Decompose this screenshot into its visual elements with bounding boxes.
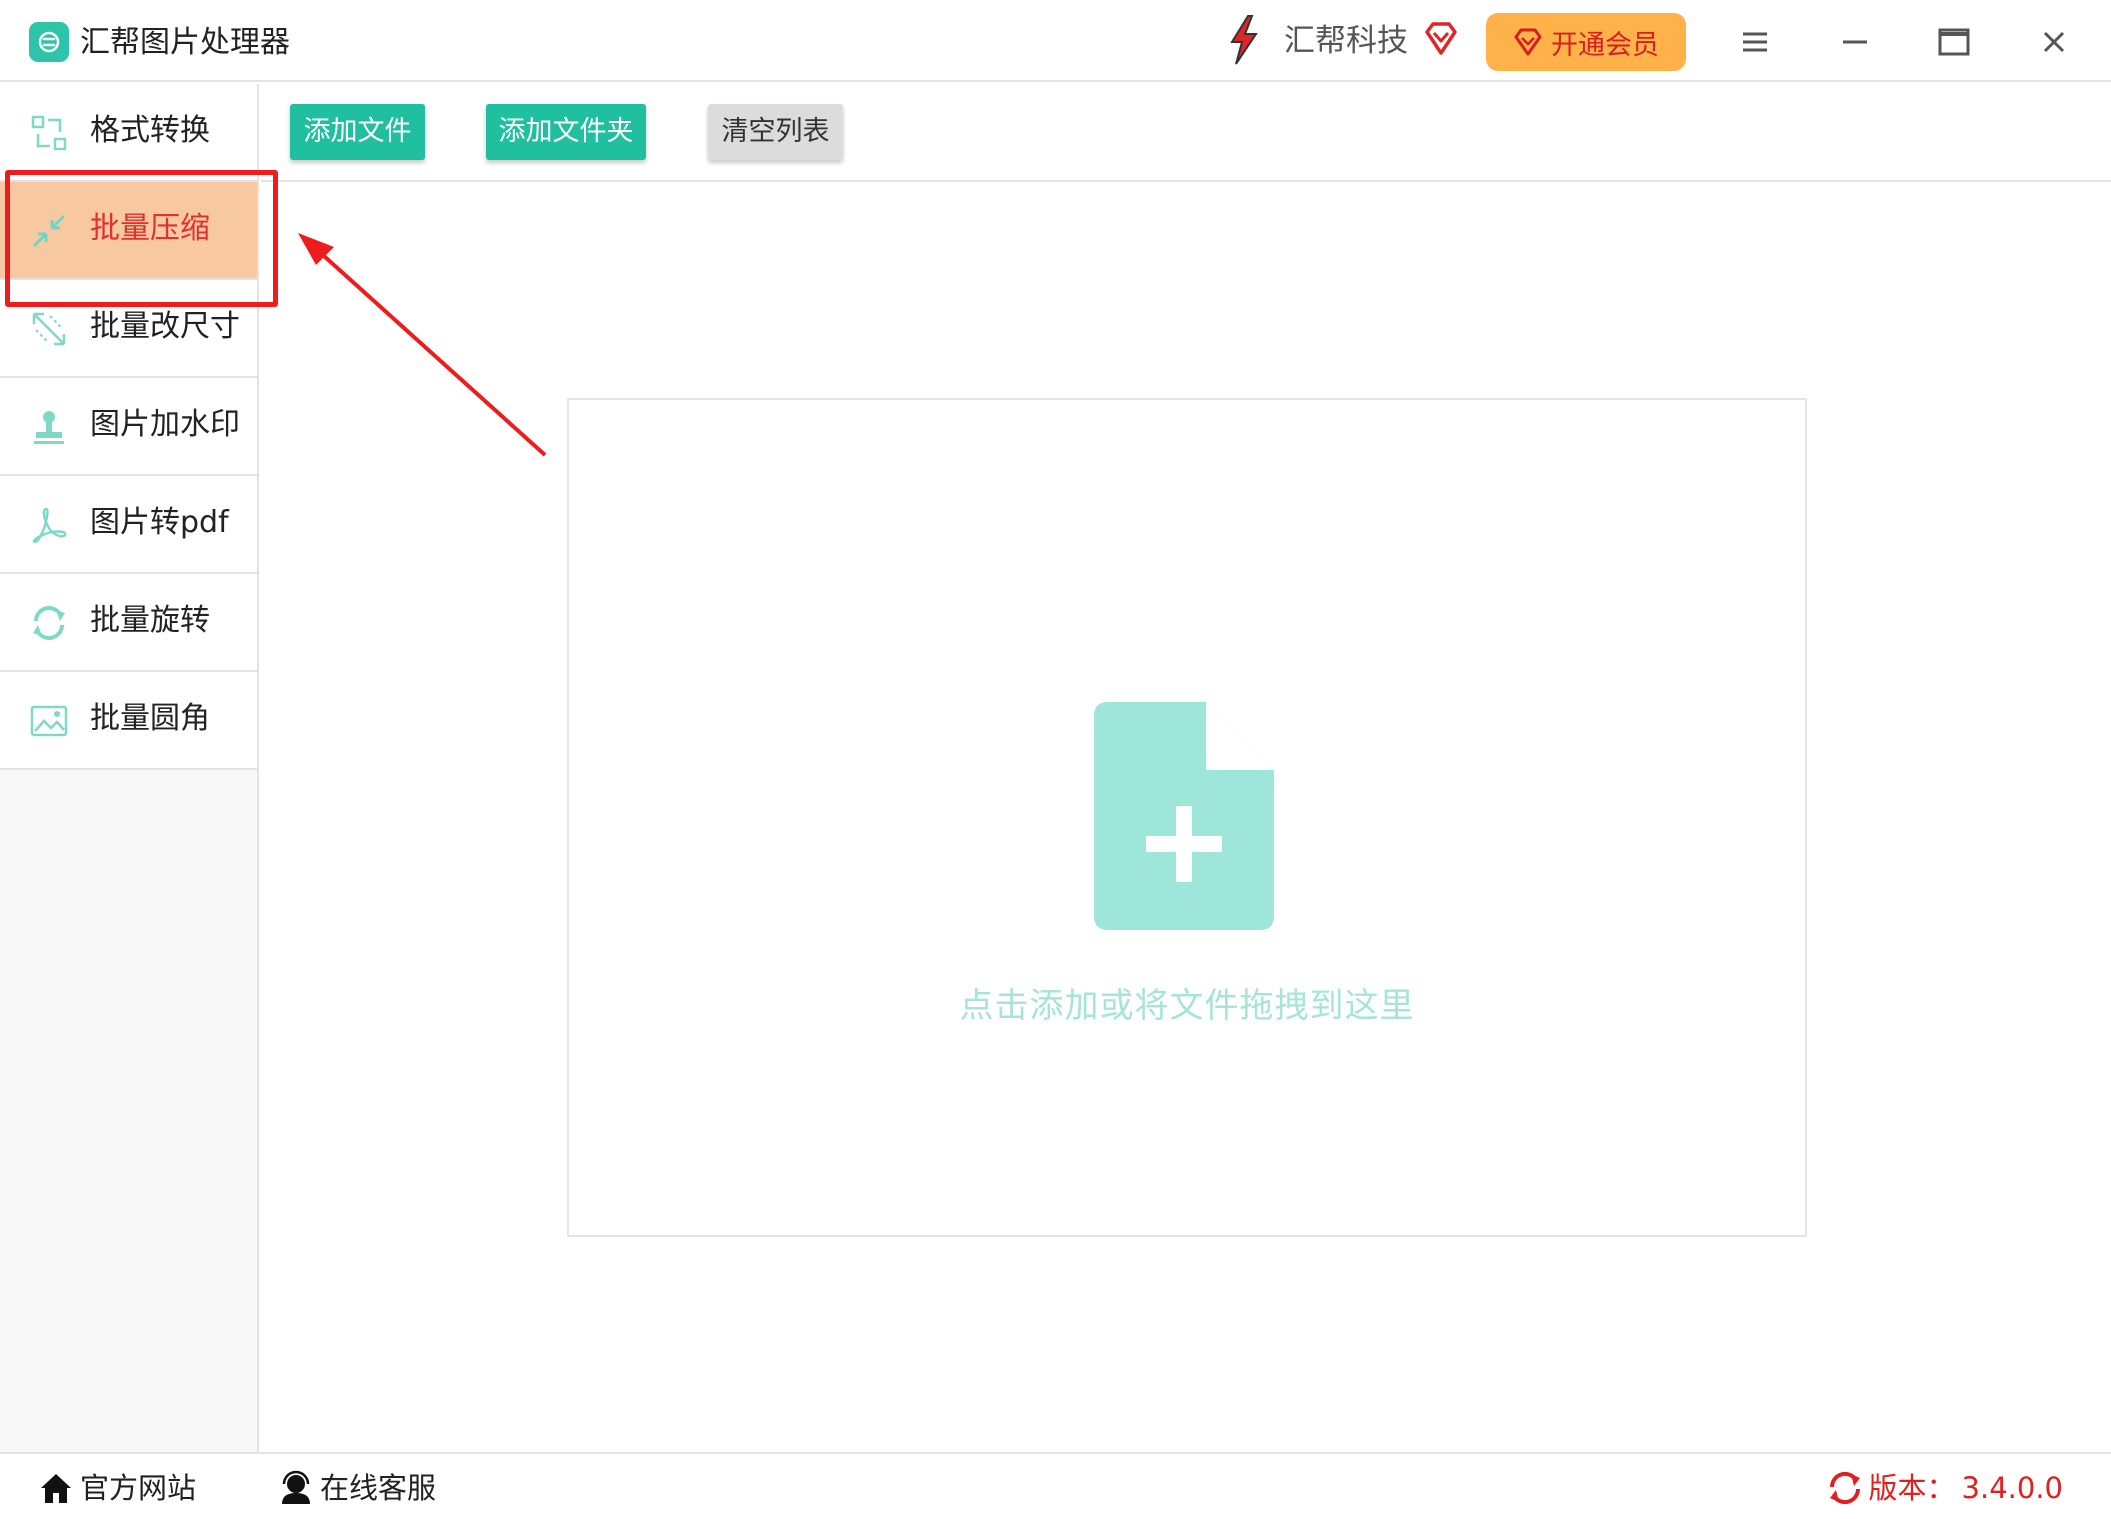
resize-icon — [32, 312, 66, 346]
diamond-heart-icon — [1425, 22, 1457, 55]
toolbar: 添加文件 添加文件夹 清空列表 — [261, 84, 2111, 182]
version-info[interactable]: 版本： 3.4.0.0 — [1827, 1468, 2063, 1508]
clear-list-button[interactable]: 清空列表 — [708, 104, 843, 160]
support-agent-icon — [282, 1470, 310, 1504]
online-support-link[interactable]: 在线客服 — [278, 1468, 436, 1508]
version-value: 3.4.0.0 — [1961, 1471, 2063, 1505]
sidebar-item-format-convert[interactable]: 格式转换 — [0, 84, 257, 182]
sidebar-item-label: 图片转pdf — [90, 505, 229, 540]
online-support-label: 在线客服 — [320, 1471, 437, 1505]
annotation-highlight-box — [5, 170, 278, 307]
vip-button[interactable]: 开通会员 — [1486, 13, 1686, 71]
sidebar-item-label: 批量改尺寸 — [90, 309, 240, 344]
pdf-icon — [32, 507, 67, 544]
vip-button-label: 开通会员 — [1551, 29, 1659, 61]
sidebar-item-label: 批量圆角 — [90, 701, 210, 736]
vip-diamond-icon — [1514, 28, 1542, 56]
brand-name: 汇帮科技 — [1284, 23, 1408, 59]
refresh-icon — [1829, 1471, 1860, 1505]
app-logo-icon — [29, 22, 69, 62]
official-website-label: 官方网站 — [80, 1471, 197, 1505]
image-corner-icon — [30, 705, 68, 737]
close-icon[interactable] — [2032, 20, 2076, 64]
watermark-stamp-icon — [34, 411, 64, 444]
sidebar-item-label: 图片加水印 — [90, 407, 240, 442]
sidebar-item-watermark[interactable]: 图片加水印 — [0, 378, 257, 476]
brand-logo-icon — [1230, 15, 1258, 65]
menu-icon[interactable] — [1733, 20, 1777, 64]
sidebar-item-batch-rotate[interactable]: 批量旋转 — [0, 574, 257, 672]
sidebar-item-label: 批量旋转 — [90, 603, 210, 638]
title-bar: 汇帮图片处理器 汇帮科技 开通会员 — [0, 0, 2111, 82]
rotate-icon — [33, 606, 65, 640]
maximize-icon[interactable] — [1932, 20, 1976, 64]
annotation-arrow — [298, 233, 547, 457]
add-file-icon[interactable] — [1094, 702, 1274, 930]
sidebar-item-label: 格式转换 — [90, 113, 210, 148]
sidebar-item-batch-round-corner[interactable]: 批量圆角 — [0, 672, 257, 770]
home-icon — [41, 1474, 71, 1503]
sidebar-item-image-to-pdf[interactable]: 图片转pdf — [0, 476, 257, 574]
official-website-link[interactable]: 官方网站 — [38, 1468, 196, 1508]
add-folder-button[interactable]: 添加文件夹 — [486, 104, 646, 160]
dropzone-hint: 点击添加或将文件拖拽到这里 — [959, 986, 1415, 1026]
version-label: 版本： — [1868, 1471, 1956, 1505]
add-file-button[interactable]: 添加文件 — [290, 104, 425, 160]
format-convert-icon — [31, 115, 67, 151]
app-title: 汇帮图片处理器 — [80, 25, 290, 60]
status-bar: 官方网站 在线客服 版本： 3.4.0.0 — [0, 1452, 2111, 1519]
minimize-icon[interactable] — [1833, 20, 1877, 64]
